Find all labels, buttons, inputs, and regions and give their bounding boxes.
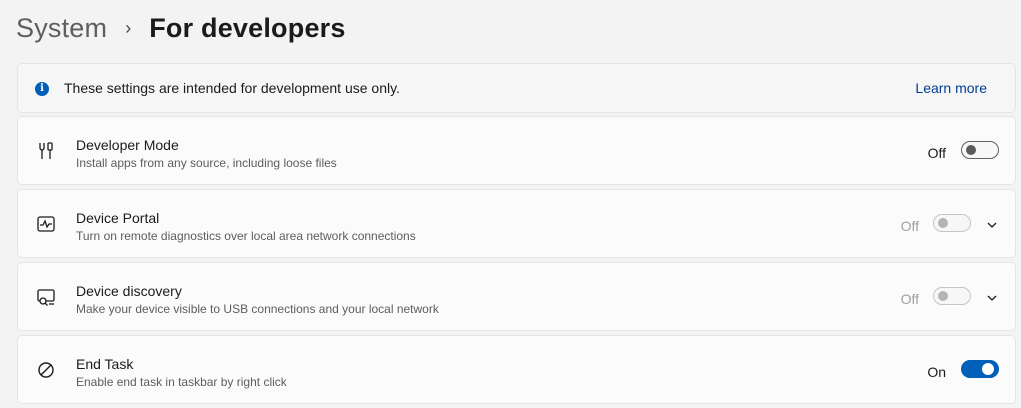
setting-title: Device discovery bbox=[76, 283, 182, 299]
setting-device-portal[interactable]: Device Portal Turn on remote diagnostics… bbox=[17, 189, 1016, 258]
setting-description: Make your device visible to USB connecti… bbox=[76, 302, 439, 316]
toggle-state-label: On bbox=[927, 364, 946, 380]
breadcrumb-system[interactable]: System bbox=[16, 13, 107, 44]
developer-mode-toggle[interactable] bbox=[961, 141, 999, 159]
toggle-knob bbox=[982, 363, 994, 375]
page-title: For developers bbox=[149, 12, 346, 43]
chevron-right-icon: › bbox=[125, 17, 132, 38]
learn-more-link[interactable]: Learn more bbox=[915, 80, 987, 96]
setting-description: Enable end task in taskbar by right clic… bbox=[76, 375, 287, 389]
toggle-knob bbox=[938, 291, 948, 301]
toggle-state-label: Off bbox=[900, 291, 919, 307]
setting-description: Turn on remote diagnostics over local ar… bbox=[76, 229, 416, 243]
device-discovery-toggle[interactable] bbox=[933, 287, 971, 305]
toggle-knob bbox=[966, 145, 976, 155]
info-icon: i bbox=[35, 82, 49, 96]
chevron-down-icon[interactable] bbox=[985, 218, 999, 232]
breadcrumb: System › For developers bbox=[16, 8, 346, 48]
developer-tools-icon bbox=[39, 142, 53, 159]
toggle-state-label: Off bbox=[927, 145, 946, 161]
info-text: These settings are intended for developm… bbox=[64, 80, 400, 96]
setting-device-discovery[interactable]: Device discovery Make your device visibl… bbox=[17, 262, 1016, 331]
info-bar: i These settings are intended for develo… bbox=[17, 63, 1016, 113]
toggle-knob bbox=[938, 218, 948, 228]
setting-developer-mode: Developer Mode Install apps from any sou… bbox=[17, 116, 1016, 185]
device-discovery-icon bbox=[37, 289, 55, 306]
chevron-down-icon[interactable] bbox=[985, 291, 999, 305]
end-task-toggle[interactable] bbox=[961, 360, 999, 378]
setting-title: Developer Mode bbox=[76, 137, 179, 153]
device-portal-toggle[interactable] bbox=[933, 214, 971, 232]
toggle-state-label: Off bbox=[900, 218, 919, 234]
setting-description: Install apps from any source, including … bbox=[76, 156, 337, 170]
end-task-icon bbox=[38, 362, 54, 378]
device-portal-icon bbox=[37, 216, 55, 232]
setting-title: End Task bbox=[76, 356, 134, 372]
setting-end-task: End Task Enable end task in taskbar by r… bbox=[17, 335, 1016, 404]
setting-title: Device Portal bbox=[76, 210, 160, 226]
